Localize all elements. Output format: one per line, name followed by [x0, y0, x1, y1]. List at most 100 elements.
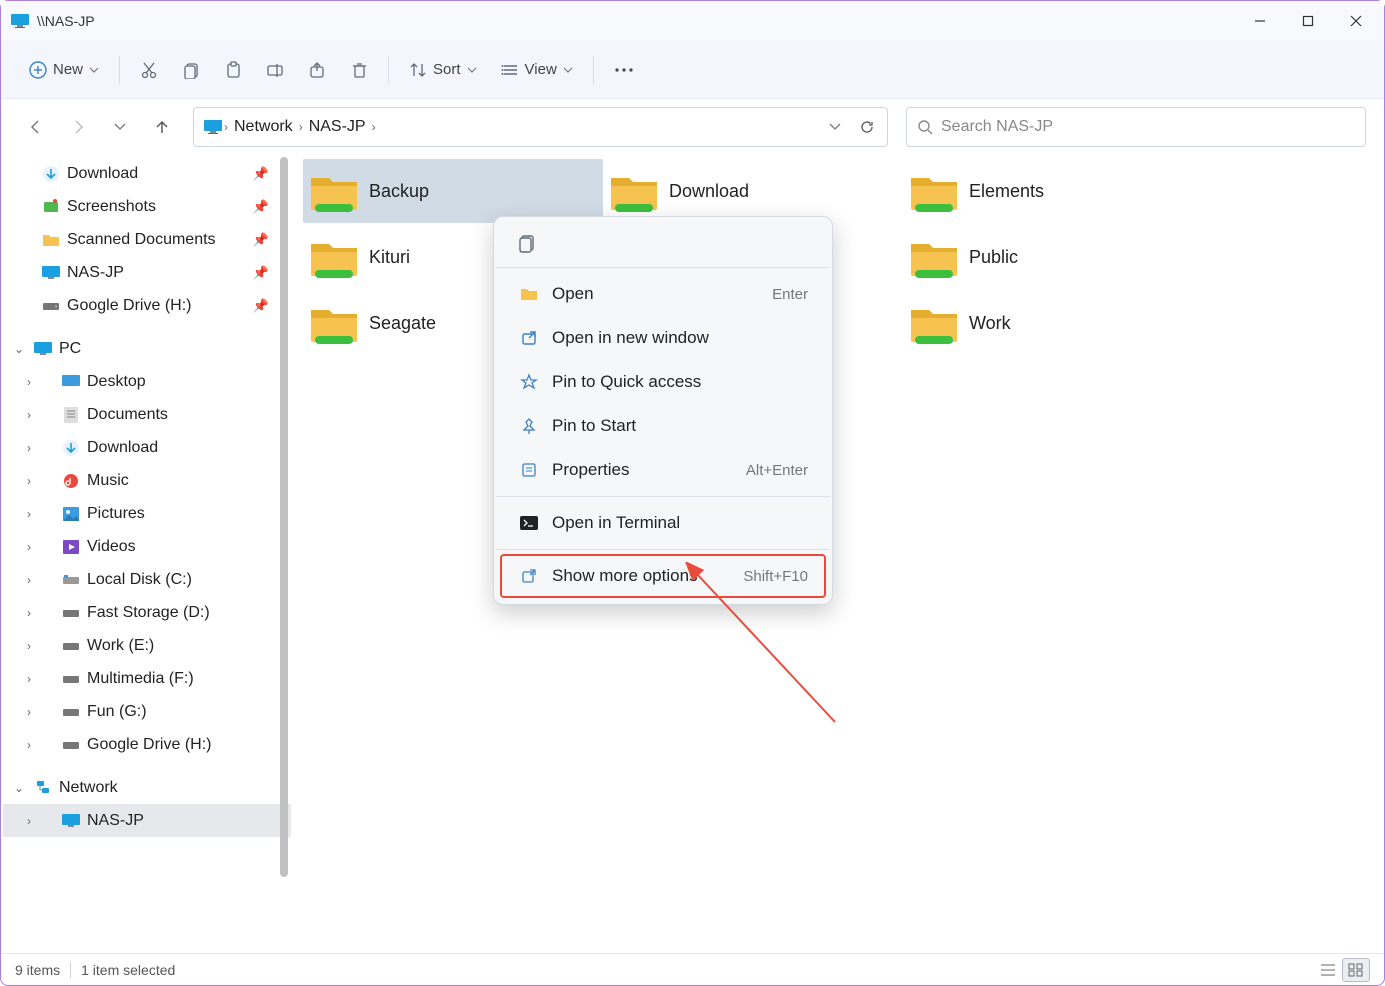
- context-open[interactable]: Open Enter: [500, 272, 826, 316]
- folder-public[interactable]: Public: [903, 225, 1203, 289]
- window-title: \\NAS-JP: [37, 13, 95, 29]
- up-button[interactable]: [145, 110, 179, 144]
- sidebar-scrollbar[interactable]: [277, 155, 291, 953]
- sidebar-item-network[interactable]: ⌄Network: [3, 771, 291, 804]
- folder-icon: [41, 233, 61, 247]
- expand-icon[interactable]: ›: [21, 672, 37, 686]
- share-folder-icon: [607, 164, 661, 218]
- drive-icon: [61, 673, 81, 685]
- refresh-button[interactable]: [851, 111, 883, 143]
- back-button[interactable]: [19, 110, 53, 144]
- context-open-terminal[interactable]: Open in Terminal: [500, 501, 826, 545]
- folder-grid: Backup Download Elements Kituri Public: [303, 159, 1384, 355]
- folder-elements[interactable]: Elements: [903, 159, 1203, 223]
- sidebar-item-nasjp-qa[interactable]: NAS-JP📌: [3, 256, 291, 289]
- context-pin-start[interactable]: Pin to Start: [500, 404, 826, 448]
- expand-icon[interactable]: ›: [21, 507, 37, 521]
- chevron-down-icon: [563, 67, 573, 73]
- expand-icon[interactable]: ›: [21, 705, 37, 719]
- sidebar-item-documents[interactable]: ›Documents: [3, 398, 291, 431]
- address-dropdown[interactable]: [819, 111, 851, 143]
- sidebar-item-videos[interactable]: ›Videos: [3, 530, 291, 563]
- download-icon: [41, 165, 61, 183]
- maximize-button[interactable]: [1284, 5, 1332, 37]
- minimize-button[interactable]: [1236, 5, 1284, 37]
- sidebar-item-localdisk[interactable]: ›Local Disk (C:): [3, 563, 291, 596]
- folder-work[interactable]: Work: [903, 291, 1203, 355]
- context-separator: [496, 549, 830, 550]
- network-icon: [33, 780, 53, 796]
- paste-button[interactable]: [214, 50, 252, 90]
- sidebar-item-nasjp[interactable]: ›NAS-JP: [3, 804, 291, 837]
- expand-icon[interactable]: ›: [21, 474, 37, 488]
- expand-icon[interactable]: ›: [21, 738, 37, 752]
- chevron-right-icon[interactable]: ›: [297, 120, 305, 134]
- sidebar-item-fun[interactable]: ›Fun (G:): [3, 695, 291, 728]
- context-open-new-window[interactable]: Open in new window: [500, 316, 826, 360]
- folder-download[interactable]: Download: [603, 159, 903, 223]
- share-folder-icon: [307, 296, 361, 350]
- sidebar-item-work[interactable]: ›Work (E:): [3, 629, 291, 662]
- close-button[interactable]: [1332, 5, 1380, 37]
- search-input[interactable]: [941, 118, 1355, 136]
- search-icon: [917, 119, 933, 135]
- desktop-icon: [61, 375, 81, 389]
- expand-icon[interactable]: ›: [21, 639, 37, 653]
- more-button[interactable]: [604, 50, 644, 90]
- collapse-icon[interactable]: ⌄: [11, 342, 27, 356]
- details-view-button[interactable]: [1314, 958, 1342, 982]
- collapse-icon[interactable]: ⌄: [11, 781, 27, 795]
- context-separator: [496, 496, 830, 497]
- icons-view-button[interactable]: [1342, 958, 1370, 982]
- sidebar-item-faststorage[interactable]: ›Fast Storage (D:): [3, 596, 291, 629]
- copy-icon[interactable]: [510, 226, 544, 260]
- new-button[interactable]: New: [19, 50, 109, 90]
- sidebar-item-googledrive[interactable]: ›Google Drive (H:): [3, 728, 291, 761]
- sidebar-item-pc[interactable]: ⌄PC: [3, 332, 291, 365]
- expand-icon[interactable]: ›: [21, 606, 37, 620]
- address-bar[interactable]: › Network › NAS-JP ›: [193, 107, 888, 147]
- cut-button[interactable]: [130, 50, 168, 90]
- share-button[interactable]: [298, 50, 336, 90]
- sidebar-item-scanned[interactable]: Scanned Documents📌: [3, 223, 291, 256]
- chevron-right-icon[interactable]: ›: [370, 120, 378, 134]
- expand-icon[interactable]: ›: [21, 573, 37, 587]
- expand-icon[interactable]: ›: [21, 375, 37, 389]
- sort-button[interactable]: Sort: [399, 50, 487, 90]
- sidebar-item-multimedia[interactable]: ›Multimedia (F:): [3, 662, 291, 695]
- folder-icon: [518, 287, 540, 301]
- sidebar-item-desktop[interactable]: ›Desktop: [3, 365, 291, 398]
- breadcrumb-root[interactable]: Network: [230, 118, 297, 136]
- sidebar-item-screenshots[interactable]: Screenshots📌: [3, 190, 291, 223]
- pictures-icon: [61, 507, 81, 521]
- separator: [70, 962, 71, 978]
- delete-button[interactable]: [340, 50, 378, 90]
- sidebar-item-download[interactable]: ›Download: [3, 431, 291, 464]
- search-bar[interactable]: [906, 107, 1366, 147]
- copy-button[interactable]: [172, 50, 210, 90]
- breadcrumb-child[interactable]: NAS-JP: [305, 118, 370, 136]
- sidebar-item-pictures[interactable]: ›Pictures: [3, 497, 291, 530]
- sidebar-item-music[interactable]: ›Music: [3, 464, 291, 497]
- star-icon: [518, 373, 540, 391]
- expand-icon[interactable]: ›: [21, 408, 37, 422]
- expand-icon[interactable]: ›: [21, 814, 37, 828]
- context-properties[interactable]: Properties Alt+Enter: [500, 448, 826, 492]
- rename-button[interactable]: [256, 50, 294, 90]
- chevron-down-icon: [89, 67, 99, 73]
- expand-icon[interactable]: ›: [21, 441, 37, 455]
- folder-backup[interactable]: Backup: [303, 159, 603, 223]
- chevron-right-icon[interactable]: ›: [222, 120, 230, 134]
- drive-icon: [41, 300, 61, 312]
- pin-icon: 📌: [253, 166, 269, 182]
- expand-icon[interactable]: ›: [21, 540, 37, 554]
- sidebar-item-download-qa[interactable]: Download📌: [3, 157, 291, 190]
- sidebar-item-googledrive-qa[interactable]: Google Drive (H:)📌: [3, 289, 291, 322]
- view-button[interactable]: View: [491, 50, 583, 90]
- monitor-icon: [41, 266, 61, 280]
- context-pin-quick[interactable]: Pin to Quick access: [500, 360, 826, 404]
- context-show-more[interactable]: Show more options Shift+F10: [500, 554, 826, 598]
- forward-button[interactable]: [61, 110, 95, 144]
- recent-dropdown[interactable]: [103, 110, 137, 144]
- music-icon: [61, 473, 81, 489]
